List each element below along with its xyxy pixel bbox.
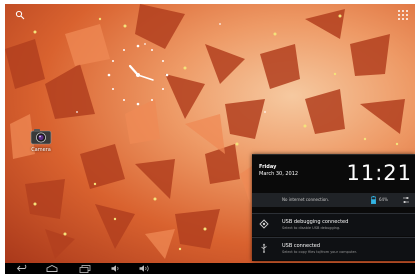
notification-usb-debugging[interactable]: USB debugging connected Select to disabl… [252,213,415,236]
volume-up-icon[interactable] [138,264,152,273]
search-icon[interactable] [15,10,25,20]
connection-status-row: No internet connection. 64% [252,193,415,207]
back-icon[interactable] [16,264,29,273]
notification-day: Friday [259,164,277,170]
debug-icon [259,219,269,229]
quick-settings-icon[interactable] [402,196,410,204]
notification-title: USB connected [282,243,321,249]
camera-label: Camera [31,147,51,153]
notification-subtitle: Select to copy files to/from your comput… [282,250,357,254]
home-icon[interactable] [45,264,59,273]
notification-title: USB debugging connected [282,219,349,225]
notification-time: 11:21 [346,161,412,185]
battery-icon [371,196,376,204]
volume-down-icon[interactable] [110,264,122,273]
connection-status: No internet connection. [282,197,330,202]
all-apps-icon[interactable] [397,9,409,21]
notification-subtitle: Select to disable USB debugging. [282,226,341,230]
recent-apps-icon[interactable] [78,264,92,273]
notification-date: March 30, 2012 [259,171,299,177]
camera-app-shortcut[interactable]: Camera [27,128,57,158]
camera-icon [30,129,52,145]
battery-percentage: 64% [379,197,388,202]
notification-panel[interactable]: Friday March 30, 2012 11:21 No internet … [252,154,415,261]
analog-clock-widget[interactable] [103,40,173,110]
home-screen: Camera Friday March 30, 2012 11:21 No in… [5,4,415,267]
notification-usb-connected[interactable]: USB connected Select to copy files to/fr… [252,237,415,260]
navigation-bar [5,263,415,274]
usb-icon [261,243,267,253]
